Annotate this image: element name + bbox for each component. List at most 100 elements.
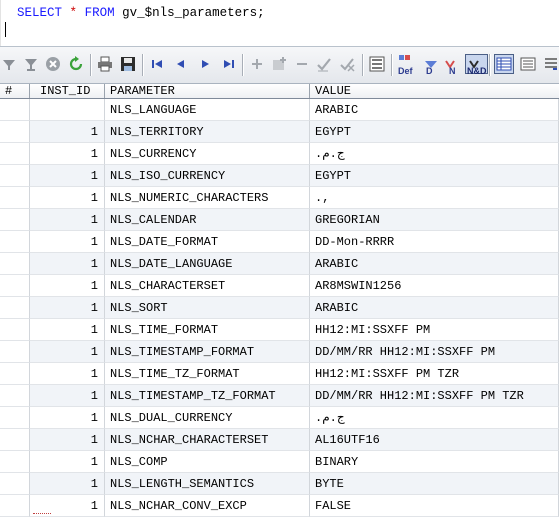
cell-value[interactable]: BYTE bbox=[310, 473, 559, 495]
cancel-edit-icon[interactable] bbox=[338, 55, 356, 73]
row-indicator[interactable] bbox=[0, 495, 30, 517]
cell-value[interactable]: EGYPT bbox=[310, 165, 559, 187]
row-indicator[interactable] bbox=[0, 165, 30, 187]
grid-view-icon[interactable] bbox=[494, 54, 514, 74]
cell-inst-id[interactable]: 1 bbox=[30, 473, 105, 495]
cell-parameter[interactable]: NLS_ISO_CURRENCY bbox=[105, 165, 310, 187]
cell-value[interactable]: DD/MM/RR HH12:MI:SSXFF PM bbox=[310, 341, 559, 363]
cell-value[interactable]: EGYPT bbox=[310, 121, 559, 143]
cell-value[interactable]: BINARY bbox=[310, 451, 559, 473]
row-indicator[interactable] bbox=[0, 143, 30, 165]
cell-parameter[interactable]: NLS_CURRENCY bbox=[105, 143, 310, 165]
table-row[interactable]: 1 NLS_TIMESTAMP_TZ_FORMAT DD/MM/RR HH12:MI… bbox=[0, 385, 559, 407]
column-header-rownum[interactable]: # bbox=[0, 84, 30, 98]
cell-value[interactable]: ., bbox=[310, 187, 559, 209]
cell-value[interactable]: ARABIC bbox=[310, 253, 559, 275]
cell-parameter[interactable]: NLS_NCHAR_CONV_EXCP bbox=[105, 495, 310, 517]
table-row[interactable]: 1 NLS_NUMERIC_CHARACTERS., bbox=[0, 187, 559, 209]
results-grid[interactable]: # INST_ID PARAMETER VALUE 1 NLS_LANGUAGE A… bbox=[0, 84, 559, 518]
table-row[interactable]: 1 NLS_CURRENCY ج.م.‏ bbox=[0, 143, 559, 165]
table-row[interactable]: 1 NLS_ISO_CURRENCY EGYPT bbox=[0, 165, 559, 187]
more-icon[interactable] bbox=[542, 55, 559, 73]
cell-value[interactable]: DD/MM/RR HH12:MI:SSXFF PM TZR bbox=[310, 385, 559, 407]
cell-value[interactable]: GREGORIAN bbox=[310, 209, 559, 231]
last-record-icon[interactable] bbox=[220, 55, 238, 73]
cell-parameter[interactable]: NLS_CHARACTERSET bbox=[105, 275, 310, 297]
row-indicator[interactable] bbox=[0, 121, 30, 143]
table-row[interactable]: 1 NLS_CALENDAR GREGORIAN bbox=[0, 209, 559, 231]
cell-parameter[interactable]: NLS_TIMESTAMP_FORMAT bbox=[105, 341, 310, 363]
row-indicator[interactable] bbox=[0, 363, 30, 385]
row-indicator[interactable] bbox=[0, 231, 30, 253]
cell-parameter[interactable]: NLS_DATE_FORMAT bbox=[105, 231, 310, 253]
table-row[interactable]: 1 NLS_TIMESTAMP_FORMAT DD/MM/RR HH12:MI:SS… bbox=[0, 341, 559, 363]
select-all-icon[interactable] bbox=[368, 55, 386, 73]
cell-parameter[interactable]: NLS_LENGTH_SEMANTICS bbox=[105, 473, 310, 495]
column-header-parameter[interactable]: PARAMETER bbox=[105, 84, 310, 98]
table-row[interactable]: 1 NLS_DATE_FORMAT DD-Mon-RRRR bbox=[0, 231, 559, 253]
cell-value[interactable]: ARABIC bbox=[310, 297, 559, 319]
cell-inst-id[interactable]: 1 bbox=[30, 143, 105, 165]
cell-parameter[interactable]: NLS_COMP bbox=[105, 451, 310, 473]
row-indicator[interactable] bbox=[0, 341, 30, 363]
cell-inst-id[interactable]: 1 bbox=[30, 385, 105, 407]
table-row[interactable]: 1 NLS_TIME_FORMAT HH12:MI:SSXFF PM bbox=[0, 319, 559, 341]
column-header-inst-id[interactable]: INST_ID bbox=[30, 84, 105, 98]
cell-value[interactable]: ج.م.‏ bbox=[310, 407, 559, 429]
cell-value[interactable]: DD-Mon-RRRR bbox=[310, 231, 559, 253]
cell-inst-id[interactable]: 1 bbox=[30, 253, 105, 275]
cell-parameter[interactable]: NLS_TIME_TZ_FORMAT bbox=[105, 363, 310, 385]
post-record-icon[interactable] bbox=[315, 55, 333, 73]
cell-parameter[interactable]: NLS_NCHAR_CHARACTERSET bbox=[105, 429, 310, 451]
table-row[interactable]: 1 NLS_TERRITORY EGYPT bbox=[0, 121, 559, 143]
table-row[interactable]: 1 NLS_DATE_LANGUAGE ARABIC bbox=[0, 253, 559, 275]
save-icon[interactable] bbox=[119, 55, 137, 73]
row-indicator[interactable] bbox=[0, 99, 30, 121]
cell-inst-id[interactable]: 1 bbox=[30, 165, 105, 187]
row-indicator[interactable] bbox=[0, 297, 30, 319]
cell-inst-id[interactable]: 1 bbox=[30, 275, 105, 297]
cell-inst-id[interactable]: 1 bbox=[30, 341, 105, 363]
insert-record-icon[interactable] bbox=[248, 55, 266, 73]
cell-parameter[interactable]: NLS_SORT bbox=[105, 297, 310, 319]
cancel-icon[interactable] bbox=[44, 55, 62, 73]
cell-value[interactable]: HH12:MI:SSXFF PM bbox=[310, 319, 559, 341]
cell-inst-id[interactable]: 1 bbox=[30, 297, 105, 319]
cell-inst-id[interactable]: 1 bbox=[30, 363, 105, 385]
cell-inst-id[interactable]: 1 bbox=[30, 429, 105, 451]
cell-inst-id[interactable]: 1 bbox=[30, 187, 105, 209]
cell-value[interactable]: AL16UTF16 bbox=[310, 429, 559, 451]
column-header-value[interactable]: VALUE bbox=[310, 84, 559, 98]
first-record-icon[interactable] bbox=[148, 55, 166, 73]
single-record-icon[interactable] bbox=[519, 55, 537, 73]
cell-inst-id[interactable]: 1 bbox=[30, 121, 105, 143]
cell-value[interactable]: AR8MSWIN1256 bbox=[310, 275, 559, 297]
cell-inst-id[interactable]: 1 bbox=[30, 209, 105, 231]
print-icon[interactable] bbox=[96, 55, 114, 73]
duplicate-record-icon[interactable] bbox=[270, 55, 288, 73]
next-record-icon[interactable] bbox=[196, 55, 214, 73]
table-row[interactable]: 1 NLS_DUAL_CURRENCY ج.م.‏ bbox=[0, 407, 559, 429]
row-indicator[interactable] bbox=[0, 319, 30, 341]
delete-record-icon[interactable] bbox=[293, 55, 311, 73]
cell-inst-id[interactable]: 1 bbox=[30, 407, 105, 429]
cell-parameter[interactable]: NLS_TIMESTAMP_TZ_FORMAT bbox=[105, 385, 310, 407]
row-indicator[interactable] bbox=[0, 187, 30, 209]
cell-parameter[interactable]: NLS_TERRITORY bbox=[105, 121, 310, 143]
sql-text[interactable]: SELECT * FROM gv_$nls_parameters; bbox=[17, 6, 265, 20]
cell-inst-id[interactable]: 1 bbox=[30, 451, 105, 473]
cell-parameter[interactable]: NLS_DUAL_CURRENCY bbox=[105, 407, 310, 429]
cell-parameter[interactable]: NLS_NUMERIC_CHARACTERS bbox=[105, 187, 310, 209]
cell-value[interactable]: ARABIC bbox=[310, 99, 559, 121]
row-indicator[interactable] bbox=[0, 473, 30, 495]
previous-record-icon[interactable] bbox=[172, 55, 190, 73]
row-indicator[interactable] bbox=[0, 275, 30, 297]
cell-inst-id[interactable]: 1 bbox=[30, 231, 105, 253]
table-row[interactable]: 1 NLS_COMP BINARY bbox=[0, 451, 559, 473]
sql-editor[interactable]: SELECT * FROM gv_$nls_parameters; bbox=[0, 0, 559, 47]
cell-inst-id[interactable]: 1 bbox=[30, 319, 105, 341]
row-indicator[interactable] bbox=[0, 407, 30, 429]
cell-parameter[interactable]: NLS_LANGUAGE bbox=[105, 99, 310, 121]
row-indicator[interactable] bbox=[0, 253, 30, 275]
table-row[interactable]: 1 NLS_CHARACTERSET AR8MSWIN1256 bbox=[0, 275, 559, 297]
